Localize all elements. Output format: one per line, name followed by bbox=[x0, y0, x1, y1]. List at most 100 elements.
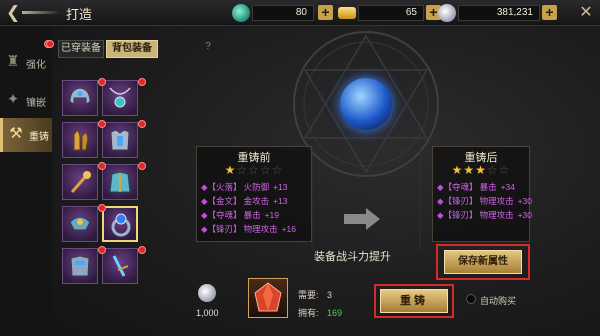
wing-decoration bbox=[22, 11, 60, 14]
stat-tag: 【火落】 bbox=[207, 182, 242, 192]
notification-dot bbox=[138, 120, 146, 128]
star-empty-icon: ☆☆☆☆ bbox=[236, 163, 284, 177]
chestplate-icon bbox=[70, 255, 90, 277]
back-arrow-icon: ❮ bbox=[6, 3, 21, 22]
arrow-right-icon bbox=[344, 208, 380, 230]
own-label: 拥有: bbox=[298, 308, 319, 318]
sidebar-item-strengthen[interactable]: ♜ 强化 bbox=[0, 46, 52, 80]
stat-name: 物理攻击 bbox=[479, 196, 514, 206]
reforge-panel: 已穿装备 背包装备 ? 重铸前 ★☆☆☆☆ ◆【火落】 火防御 +13 ◆【金文… bbox=[52, 26, 600, 336]
stat-tag: 【锋刃】 bbox=[207, 224, 242, 234]
tab-bag[interactable]: 背包装备 bbox=[106, 40, 158, 58]
jade-resource: 80 + bbox=[232, 4, 333, 22]
jade-icon bbox=[232, 4, 250, 22]
helmet-icon bbox=[69, 87, 91, 105]
back-button[interactable]: ❮ bbox=[4, 2, 62, 24]
sidebar-item-inlay[interactable]: ✦ 镶嵌 bbox=[0, 84, 52, 118]
reforge-button[interactable]: 重铸 bbox=[380, 289, 448, 313]
equipment-slot-sword[interactable] bbox=[102, 248, 138, 284]
notification-dot bbox=[138, 78, 146, 86]
reforge-stone-slot[interactable] bbox=[248, 278, 288, 318]
save-new-attributes-button[interactable]: 保存新属性 bbox=[444, 250, 522, 274]
need-label: 需要: bbox=[298, 290, 319, 300]
notification-dot bbox=[98, 120, 106, 128]
equipment-slot-ring-selected[interactable] bbox=[102, 206, 138, 242]
equipment-slot-gloves[interactable] bbox=[62, 122, 98, 158]
stat-value: +13 bbox=[273, 196, 288, 206]
silver-resource: 381,231 + bbox=[438, 4, 558, 22]
scepter-icon bbox=[70, 171, 91, 193]
help-icon[interactable]: ? bbox=[202, 40, 214, 54]
after-stats-panel: 重铸后 ★★★☆☆ ◆【夺魂】 暴击 +34 ◆【锋刃】 物理攻击 +30 ◆【锋刃】物… bbox=[432, 146, 532, 242]
equipment-slot-armor[interactable] bbox=[102, 122, 138, 158]
stat-value: +19 bbox=[264, 210, 279, 220]
stat-value: +16 bbox=[281, 224, 296, 234]
stat-tag: 【锋刃】 bbox=[443, 196, 478, 206]
shoulder-guard-icon bbox=[69, 216, 91, 231]
sidebar-item-label: 重铸 bbox=[29, 132, 49, 143]
stat-name: 物理攻击 bbox=[243, 224, 278, 234]
material-own: 拥有: 169 bbox=[298, 306, 342, 319]
robe-icon bbox=[109, 171, 131, 193]
auto-buy-label: 自动购买 bbox=[480, 296, 517, 306]
stat-name: 暴击 bbox=[243, 210, 261, 220]
stat-tag: 【夺魂】 bbox=[207, 210, 242, 220]
notification-dot bbox=[98, 204, 106, 212]
gem-icon: ✦ bbox=[6, 91, 20, 108]
after-stat-line: ◆【锋刃】 物理攻击 +30 bbox=[437, 195, 532, 207]
sword-icon bbox=[112, 255, 129, 277]
stat-name: 金攻击 bbox=[243, 196, 270, 206]
equipment-slot-chestplate[interactable] bbox=[62, 248, 98, 284]
before-star-rating: ★☆☆☆☆ bbox=[197, 163, 311, 177]
star-filled-icon: ★★★ bbox=[451, 163, 487, 177]
jade-amount: 80 bbox=[252, 5, 314, 21]
star-filled-icon: ★ bbox=[224, 163, 237, 177]
sidebar-item-reforge[interactable]: ⚒ 重铸 bbox=[0, 118, 52, 152]
anvil-icon: ⚒ bbox=[9, 125, 23, 142]
stat-tag: 【夺魂】 bbox=[443, 182, 478, 192]
silver-coin-icon bbox=[438, 4, 456, 22]
page-title: 打造 bbox=[66, 7, 93, 22]
silver-amount: 381,231 bbox=[458, 5, 540, 21]
notification-dot bbox=[98, 162, 106, 170]
gold-amount: 65 bbox=[358, 5, 424, 21]
gold-resource: 65 + bbox=[338, 4, 442, 22]
stat-name: 物理攻击 bbox=[479, 210, 514, 220]
before-stats-panel: 重铸前 ★☆☆☆☆ ◆【火落】 火防御 +13 ◆【金文】 金攻击 +13 ◆【夺魂】暴… bbox=[196, 146, 312, 242]
stat-tag: 【金文】 bbox=[207, 196, 242, 206]
notification-dot bbox=[138, 162, 146, 170]
star-empty-icon: ☆☆ bbox=[486, 163, 511, 177]
equipment-slot-shoulder[interactable] bbox=[62, 206, 98, 242]
amulet-icon bbox=[109, 87, 131, 108]
equipment-slot-scepter[interactable] bbox=[62, 164, 98, 200]
gold-ingot-icon bbox=[338, 7, 356, 19]
auto-buy-toggle[interactable] bbox=[466, 294, 476, 304]
tower-icon: ♜ bbox=[6, 53, 20, 70]
side-nav: ♜ 强化 ✦ 镶嵌 ⚒ 重铸 bbox=[0, 26, 52, 336]
equipment-slot-robe[interactable] bbox=[102, 164, 138, 200]
after-star-rating: ★★★☆☆ bbox=[433, 163, 529, 177]
need-value: 3 bbox=[327, 290, 333, 300]
before-stat-line: ◆【夺魂】 暴击 +19 bbox=[201, 209, 279, 221]
reforge-stone-icon bbox=[254, 282, 282, 312]
equipment-slot-amulet[interactable] bbox=[102, 80, 138, 116]
close-icon[interactable]: ✕ bbox=[576, 3, 596, 23]
sidebar-item-label: 强化 bbox=[26, 60, 46, 71]
after-stat-line: ◆【夺魂】 暴击 +34 bbox=[437, 181, 515, 193]
stat-name: 火防御 bbox=[243, 182, 270, 192]
equipment-slot-helmet[interactable] bbox=[62, 80, 98, 116]
power-boost-text: 装备战斗力提升 bbox=[314, 251, 391, 263]
before-stat-line: ◆【火落】 火防御 +13 bbox=[201, 181, 288, 193]
tab-equipped[interactable]: 已穿装备 bbox=[58, 40, 104, 58]
after-stat-line: ◆【锋刃】 物理攻击 +30 bbox=[437, 209, 532, 221]
top-bar: ❮ 打造 80 + 65 + 381,231 + ✕ bbox=[0, 0, 600, 26]
silver-cost: 1,000 bbox=[196, 308, 219, 318]
add-silver-button[interactable]: + bbox=[542, 5, 557, 20]
notification-dot bbox=[46, 40, 54, 48]
stat-name: 暴击 bbox=[479, 182, 497, 192]
notification-dot bbox=[98, 246, 106, 254]
silver-coin-icon bbox=[198, 284, 216, 302]
own-value: 169 bbox=[327, 308, 343, 318]
add-jade-button[interactable]: + bbox=[318, 5, 333, 20]
before-stat-line: ◆【锋刃】 物理攻击 +16 bbox=[201, 223, 296, 235]
